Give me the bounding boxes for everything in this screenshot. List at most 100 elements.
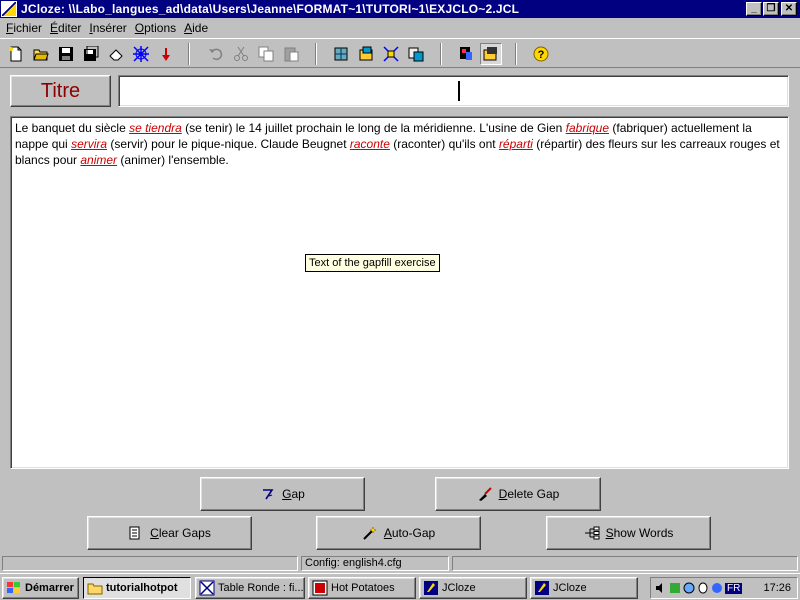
gap-button-label: Gap [282, 487, 305, 501]
globe-icon[interactable] [683, 582, 695, 594]
web-icon[interactable] [130, 43, 152, 65]
text-caret [458, 81, 460, 101]
window-title: JCloze: \\Labo_langues_ad\data\Users\Jea… [21, 2, 520, 16]
export-icon-2[interactable] [355, 43, 377, 65]
menu-editer[interactable]: Éditer [46, 21, 85, 35]
export-icon-3[interactable] [380, 43, 402, 65]
pin-icon[interactable] [155, 43, 177, 65]
text-segment: (animer) l'ensemble. [117, 153, 229, 167]
windows-logo-icon [7, 582, 20, 593]
task-label: JCloze [442, 582, 476, 594]
delete-gap-button[interactable]: Delete Gap [435, 477, 601, 511]
gap-button[interactable]: Gap [200, 477, 365, 511]
minimize-button[interactable]: _ [746, 2, 762, 16]
toolbar-separator [440, 43, 442, 65]
svg-text:?: ? [538, 49, 545, 61]
export-icon-4[interactable] [405, 43, 427, 65]
text-segment: (servir) pour le pique-nique. Claude Beu… [107, 137, 350, 151]
task-hot-potatoes[interactable]: Hot Potatoes [308, 577, 416, 599]
eraser-brush-icon [478, 487, 492, 501]
menu-options-accel: O [134, 21, 145, 35]
menu-aide-rest: ide [192, 21, 209, 35]
delete-gap-label: Delete Gap [498, 487, 560, 501]
task-jcloze-2[interactable]: JCloze [530, 577, 638, 599]
browser-icon [199, 580, 215, 596]
status-panel-right [452, 556, 798, 571]
clear-gaps-icon [129, 526, 140, 540]
tooltip: Text of the gapfill exercise [305, 254, 440, 272]
image-pressed-icon[interactable] [480, 43, 502, 65]
image-icon[interactable] [455, 43, 477, 65]
titre-label: Titre [10, 75, 111, 107]
text-segment: (se tenir) le 14 juillet prochain le lon… [181, 121, 566, 135]
gap-word[interactable]: réparti [499, 137, 533, 151]
toolbar-separator [315, 43, 317, 65]
menu-bar: Fichier Éditer Insérer Options Aide [0, 18, 800, 38]
auto-gap-label: Auto-Gap [383, 526, 436, 540]
help-icon[interactable]: ? [530, 43, 552, 65]
network-icon[interactable] [669, 582, 681, 594]
task-label: Table Ronde : fi... [218, 582, 304, 594]
gap-word[interactable]: raconte [350, 137, 390, 151]
exercise-text-area[interactable]: Le banquet du siècle se tiendra (se teni… [10, 116, 789, 469]
copy-icon[interactable] [255, 43, 277, 65]
menu-aide-accel: A [184, 21, 193, 35]
jcloze-icon [424, 581, 438, 595]
export-icon-1[interactable] [330, 43, 352, 65]
gap-icon [263, 489, 274, 500]
task-tutorialhotpot[interactable]: tutorialhotpot [83, 577, 191, 599]
start-label: Démarrer [25, 582, 74, 594]
task-jcloze-1[interactable]: JCloze [419, 577, 527, 599]
gap-word[interactable]: servira [71, 137, 107, 151]
tree-icon [584, 526, 600, 540]
save-icon[interactable] [55, 43, 77, 65]
hot-potatoes-icon [312, 580, 328, 596]
cut-icon[interactable] [230, 43, 252, 65]
toolbar: ? [0, 38, 800, 68]
gap-word[interactable]: se tiendra [129, 121, 182, 135]
status-bar: Config: english4.cfg [0, 555, 800, 572]
auto-gap-button[interactable]: Auto-Gap [316, 516, 481, 550]
eraser-icon[interactable] [105, 43, 127, 65]
paste-icon[interactable] [280, 43, 302, 65]
restore-button[interactable]: ❐ [763, 2, 779, 16]
menu-editer-accel: É [50, 21, 59, 35]
task-label: tutorialhotpot [106, 582, 178, 594]
clock: 17:26 [763, 582, 791, 594]
save-as-icon[interactable] [80, 43, 102, 65]
menu-inserer[interactable]: Insérer [85, 21, 130, 35]
start-button[interactable]: Démarrer [2, 577, 79, 599]
task-label: JCloze [553, 582, 587, 594]
menu-options-rest: ptions [144, 21, 177, 35]
menu-aide[interactable]: Aide [180, 21, 212, 35]
toolbar-separator [515, 43, 517, 65]
clear-gaps-button[interactable]: Clear Gaps [87, 516, 252, 550]
wand-icon [363, 526, 377, 540]
task-table-ronde[interactable]: Table Ronde : fi... [195, 577, 305, 599]
language-indicator[interactable]: FR [725, 582, 743, 594]
new-file-icon[interactable] [5, 43, 27, 65]
menu-fichier[interactable]: Fichier [2, 21, 46, 35]
jcloze-icon [535, 581, 549, 595]
text-segment: Le banquet du siècle [15, 121, 130, 135]
taskbar: Démarrer tutorialhotpot Table Ronde : fi… [0, 573, 800, 600]
close-button[interactable]: ✕ [781, 2, 797, 16]
open-folder-icon[interactable] [30, 43, 52, 65]
mouse-icon[interactable] [697, 582, 709, 594]
folder-icon [87, 583, 103, 595]
jcloze-app-icon[interactable] [1, 1, 17, 17]
status-panel-left [2, 556, 298, 571]
speaker-icon[interactable] [655, 582, 667, 594]
undo-icon[interactable] [205, 43, 227, 65]
menu-editer-rest: diter [58, 21, 82, 35]
gap-word[interactable]: fabrique [566, 121, 609, 135]
gap-word[interactable]: animer [80, 153, 117, 167]
arrow-icon[interactable] [711, 582, 723, 594]
show-words-button[interactable]: Show Words [546, 516, 711, 550]
menu-fichier-rest: ichier [13, 21, 43, 35]
status-config: Config: english4.cfg [301, 556, 449, 571]
system-tray: FR 17:26 [650, 577, 798, 599]
clear-gaps-label: Clear Gaps [150, 526, 211, 540]
title-input[interactable] [118, 75, 789, 107]
menu-options[interactable]: Options [131, 21, 180, 35]
